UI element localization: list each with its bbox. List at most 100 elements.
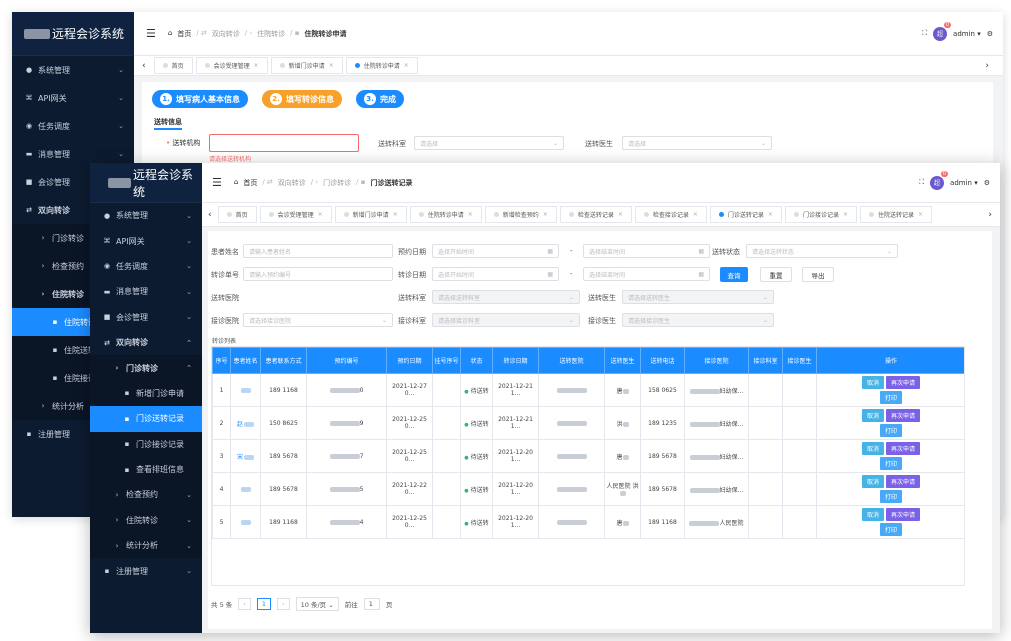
reapply-button[interactable]: 再次申请	[886, 442, 921, 455]
sidebar-item[interactable]: ▪注册管理⌄	[90, 558, 202, 584]
sidebar-item[interactable]: ›检查预约⌄	[90, 482, 202, 508]
table-row[interactable]: 4189 567852021-12-22 0...待送转2021-12-20 1…	[212, 472, 964, 506]
hamburger-icon[interactable]: ☰	[146, 27, 156, 40]
status-select[interactable]: 请选择送转状态 ⌄	[746, 244, 898, 258]
print-button[interactable]: 打印	[879, 457, 902, 470]
close-icon[interactable]: ×	[693, 211, 698, 218]
gear-icon[interactable]: ⚙	[987, 30, 993, 38]
tab-scroll-left-icon[interactable]: ‹	[142, 61, 146, 71]
sidebar-item[interactable]: ⇄ 双向转诊 ⌃	[90, 330, 202, 355]
tab-scroll-right-icon[interactable]: ›	[984, 209, 992, 220]
sidebar-item[interactable]: ▪ 查看排班信息	[90, 456, 202, 483]
send-org-select[interactable]	[209, 134, 359, 152]
crumb[interactable]: 双向转诊	[278, 178, 306, 188]
tab-item[interactable]: 新增检查预约 ×	[484, 206, 557, 223]
next-page-button[interactable]: ›	[277, 598, 290, 610]
sidebar-item[interactable]: ›统计分析⌄	[90, 533, 202, 559]
user-menu[interactable]: admin ▾	[950, 179, 978, 187]
sidebar-item[interactable]: ● 系统管理 ⌄	[90, 203, 202, 228]
step-1[interactable]: 1. 填写病人基本信息	[152, 90, 248, 108]
page-size-select[interactable]: 10 条/页 ⌄	[295, 597, 339, 611]
page-number[interactable]: 1	[256, 598, 272, 610]
reapply-button[interactable]: 再次申请	[886, 475, 921, 488]
tab-item[interactable]: 门诊接诊记录 ×	[784, 206, 857, 223]
table-row[interactable]: 3宋189 567872021-12-25 0...待送转2021-12-20 …	[212, 439, 964, 473]
cancel-button[interactable]: 取消	[861, 376, 884, 389]
tdate-start-input[interactable]: 选择开始时间 ▦	[432, 267, 559, 281]
patient-name-input[interactable]: 请输入患者姓名	[243, 244, 393, 258]
recv-hosp-select[interactable]: 请选择接诊医院 ⌄	[243, 313, 393, 327]
send-dept-select[interactable]: 请选择 ⌄	[414, 136, 564, 150]
close-icon[interactable]: ×	[318, 211, 323, 218]
sidebar-item[interactable]: ⌘ API网关 ⌄	[90, 228, 202, 253]
close-icon[interactable]: ×	[393, 211, 398, 218]
tdate-end-input[interactable]: 选择结束时间 ▦	[583, 267, 710, 281]
tab-item[interactable]: 住院转诊申请 ×	[409, 206, 482, 223]
step-2[interactable]: 2. 填写转诊信息	[262, 90, 342, 108]
sidebar-item[interactable]: ◉ 任务调度 ⌄	[90, 254, 202, 279]
fullscreen-icon[interactable]: ⛶	[922, 29, 927, 38]
send-doc-select[interactable]: 请选择 ⌄	[622, 136, 772, 150]
tab-item[interactable]: 门诊送转记录 ×	[709, 206, 782, 223]
close-icon[interactable]: ×	[918, 211, 923, 218]
reset-button[interactable]: 重置	[760, 267, 792, 282]
appt-end-input[interactable]: 选择结束时间 ▦	[583, 244, 710, 258]
avatar[interactable]: 超0	[930, 170, 949, 190]
recv-doc-select[interactable]: 请选择接诊医生 ⌄	[622, 313, 774, 327]
step-3[interactable]: 3. 完成	[356, 90, 404, 108]
send-dept-select[interactable]: 请选择送转科室 ⌄	[432, 290, 580, 304]
print-button[interactable]: 打印	[879, 391, 902, 404]
sidebar-item[interactable]: ⌘ API网关 ⌄	[12, 84, 134, 112]
sidebar-item[interactable]: ▪ 门诊送转记录	[90, 406, 202, 432]
cancel-button[interactable]: 取消	[861, 442, 884, 455]
close-icon[interactable]: ×	[468, 211, 473, 218]
print-button[interactable]: 打印	[879, 523, 902, 536]
fullscreen-icon[interactable]: ⛶	[919, 178, 924, 187]
tab-item[interactable]: 首页	[217, 206, 257, 223]
avatar[interactable]: 超0	[933, 21, 952, 41]
hamburger-icon[interactable]: ☰	[212, 176, 222, 189]
cancel-button[interactable]: 取消	[861, 508, 884, 521]
transfer-no-input[interactable]: 请输入预约编号	[243, 267, 393, 281]
recv-dept-select[interactable]: 请选择接诊科室 ⌄	[432, 313, 580, 327]
sidebar-item[interactable]: › 门诊转诊 ⌃	[90, 355, 202, 381]
crumb[interactable]: 首页	[177, 29, 191, 39]
tab-item[interactable]: 检查接诊记录 ×	[634, 206, 707, 223]
table-row[interactable]: 2赵150 862592021-12-25 0... 待送转2021-12-21 …	[212, 406, 964, 440]
tab-new-outpatient[interactable]: 新增门诊申请 ×	[270, 57, 343, 74]
sidebar-item[interactable]: ▪ 门诊接诊记录	[90, 431, 202, 457]
gear-icon[interactable]: ⚙	[984, 179, 990, 187]
crumb[interactable]: 双向转诊	[212, 29, 240, 39]
close-icon[interactable]: ×	[543, 211, 548, 218]
table-row[interactable]: 1 189 116802021-12-27 0... 待送转2021-12-21 1…	[212, 373, 964, 407]
reapply-button[interactable]: 再次申请	[886, 508, 921, 521]
reapply-button[interactable]: 再次申请	[886, 409, 921, 422]
prev-page-button[interactable]: ‹	[238, 598, 251, 610]
tab-scroll-left-icon[interactable]: ‹	[208, 210, 212, 220]
print-button[interactable]: 打印	[879, 424, 902, 437]
sidebar-item[interactable]: ● 系统管理 ⌄	[12, 56, 134, 84]
tab-scroll-right-icon[interactable]: ›	[985, 61, 989, 71]
user-menu[interactable]: admin ▾	[953, 30, 981, 38]
export-button[interactable]: 导出	[802, 267, 834, 282]
close-icon[interactable]: ×	[768, 211, 773, 218]
sidebar-item[interactable]: ◉ 任务调度 ⌄	[12, 112, 134, 140]
tab-item[interactable]: 新增门诊申请 ×	[334, 206, 407, 223]
tab-item[interactable]: 会诊受理管理 ×	[259, 206, 332, 223]
tab-inpatient-apply[interactable]: 住院转诊申请 ×	[345, 57, 418, 74]
appt-start-input[interactable]: 选择开始时间 ▦	[432, 244, 559, 258]
sidebar-item[interactable]: ▪ 新增门诊申请	[90, 380, 202, 407]
tab-consult[interactable]: 会诊受理管理 ×	[195, 57, 268, 74]
tab-item[interactable]: 住院送转记录 ×	[860, 206, 933, 223]
search-button[interactable]: 查询	[720, 267, 748, 282]
tab-home[interactable]: 首页	[153, 57, 193, 74]
sidebar-item[interactable]: ■会诊管理⌄	[90, 305, 202, 330]
table-row[interactable]: 5189 116842021-12-25 0...待送转2021-12-20 1…	[212, 505, 964, 539]
print-button[interactable]: 打印	[879, 490, 902, 503]
cancel-button[interactable]: 取消	[861, 475, 884, 488]
close-icon[interactable]: ×	[843, 211, 848, 218]
tab-item[interactable]: 检查送转记录 ×	[559, 206, 632, 223]
crumb[interactable]: 首页	[243, 178, 257, 188]
reapply-button[interactable]: 再次申请	[886, 376, 921, 389]
crumb[interactable]: 住院转诊	[257, 29, 285, 39]
